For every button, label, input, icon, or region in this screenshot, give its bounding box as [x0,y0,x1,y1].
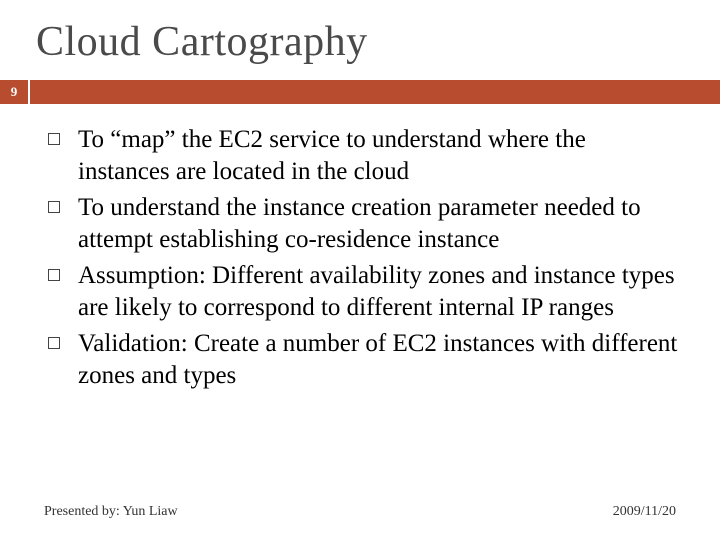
footer: Presented by: Yun Liaw 2009/11/20 [0,504,720,520]
content-area: To “map” the EC2 service to understand w… [0,104,720,540]
square-bullet-icon [48,133,60,145]
bullet-text: Validation: Create a number of EC2 insta… [78,328,680,392]
page-number: 9 [0,80,30,104]
list-item: To “map” the EC2 service to understand w… [48,124,680,188]
list-item: To understand the instance creation para… [48,192,680,256]
list-item: Assumption: Different availability zones… [48,260,680,324]
bullet-list: To “map” the EC2 service to understand w… [48,124,680,392]
list-item: Validation: Create a number of EC2 insta… [48,328,680,392]
date-label: 2009/11/20 [613,504,676,520]
square-bullet-icon [48,269,60,281]
slide: Cloud Cartography 9 To “map” the EC2 ser… [0,0,720,540]
divider-row: 9 [0,80,720,104]
slide-title: Cloud Cartography [0,0,720,80]
bullet-text: Assumption: Different availability zones… [78,260,680,324]
bullet-text: To “map” the EC2 service to understand w… [78,124,680,188]
bullet-text: To understand the instance creation para… [78,192,680,256]
divider-bar [30,80,720,104]
presenter-label: Presented by: Yun Liaw [44,504,178,520]
square-bullet-icon [48,201,60,213]
square-bullet-icon [48,337,60,349]
